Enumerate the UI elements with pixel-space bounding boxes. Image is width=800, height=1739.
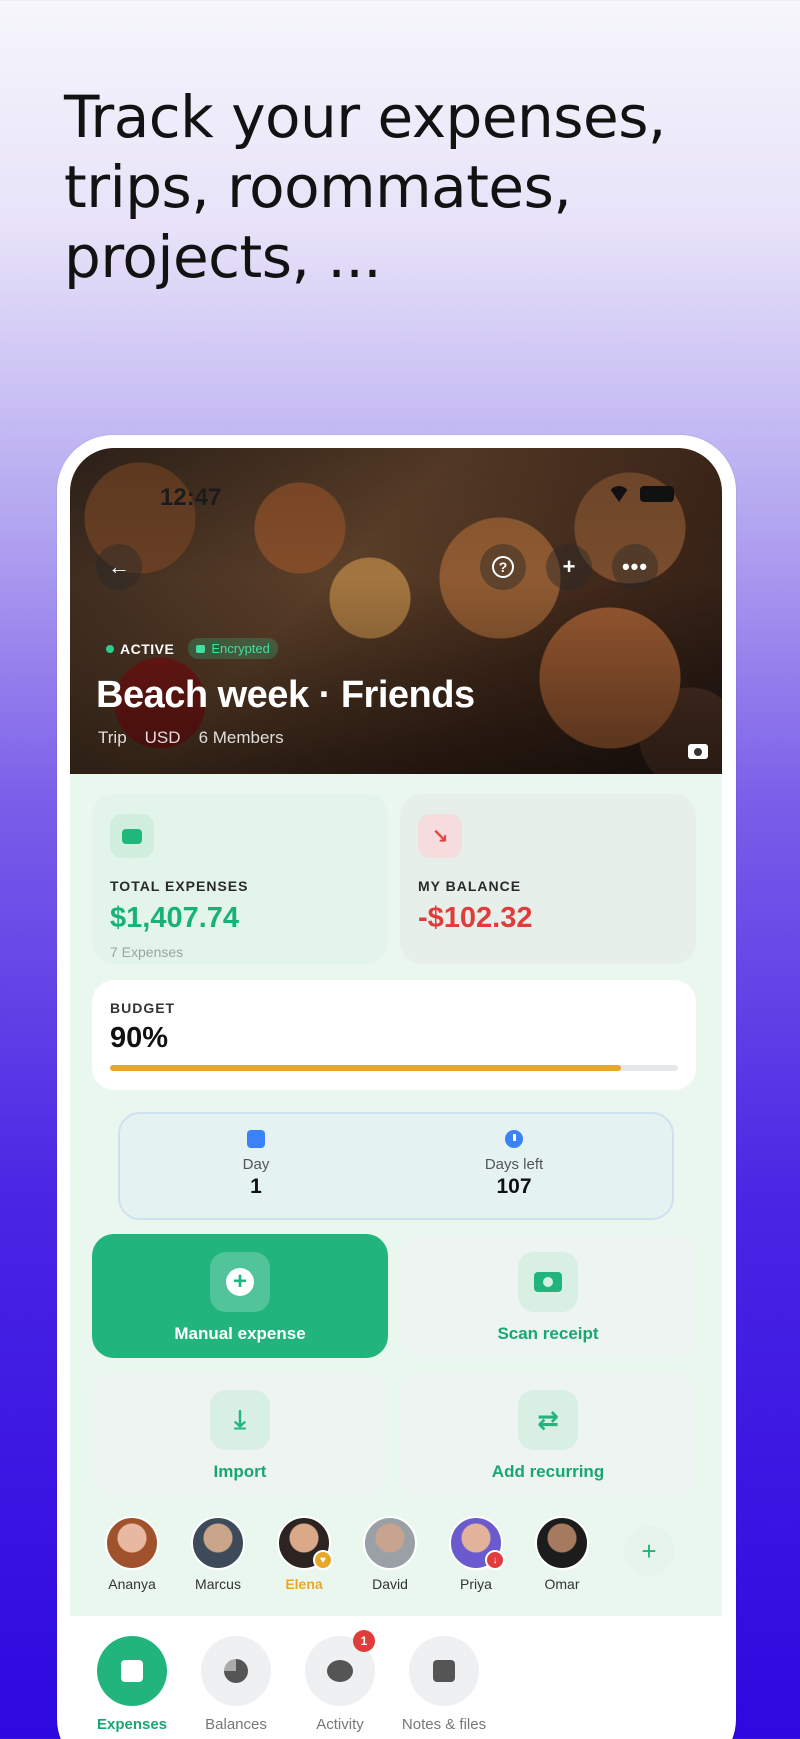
scan-receipt-button[interactable]: Scan receipt [400, 1234, 696, 1358]
total-expenses-label: TOTAL EXPENSES [110, 878, 249, 894]
member-name: Omar [544, 1576, 580, 1592]
more-options-button[interactable]: ••• [612, 544, 658, 590]
member-name: Marcus [195, 1576, 241, 1592]
encrypted-label: Encrypted [211, 641, 270, 656]
group-title: Beach week · Friends [96, 674, 475, 716]
manual-expense-label: Manual expense [174, 1324, 306, 1343]
wifi-icon [608, 486, 630, 502]
expense-count: 7 Expenses [110, 944, 184, 960]
tab-balances-label: Balances [205, 1716, 267, 1733]
chat-icon: 1 [305, 1630, 375, 1706]
change-cover-camera-icon[interactable] [688, 744, 708, 759]
tab-expenses-label: Expenses [96, 1716, 168, 1733]
marketing-headline: Track your expenses, trips, roommates, p… [64, 83, 666, 291]
pie-chart-icon [201, 1636, 271, 1706]
avatar: ♥ [277, 1516, 333, 1570]
back-button[interactable]: ← [96, 544, 142, 590]
days-left-label: Days left [484, 1156, 544, 1173]
avatar [105, 1516, 159, 1570]
total-expenses-card[interactable]: TOTAL EXPENSES $1,407.74 7 Expenses [92, 794, 388, 964]
scan-receipt-label: Scan receipt [497, 1324, 599, 1343]
status-badge: ACTIVE [106, 641, 174, 657]
calendar-icon [247, 1130, 265, 1148]
import-button[interactable]: ⤓ Import [92, 1372, 388, 1496]
owner-badge-icon: ♥ [313, 1550, 333, 1570]
add-member-button[interactable]: + [546, 544, 592, 590]
group-member-count: 6 Members [198, 728, 284, 747]
member-item[interactable]: ♥ Elena [264, 1516, 344, 1592]
member-item[interactable]: Marcus [178, 1516, 258, 1592]
group-currency: USD [144, 728, 181, 747]
budget-label: BUDGET [110, 1000, 176, 1016]
days-left: Days left 107 [414, 1130, 614, 1199]
plus-icon: + [210, 1252, 270, 1312]
battery-icon [640, 486, 674, 502]
status-bar-time: 12:47 [160, 484, 222, 511]
member-item[interactable]: Ananya [92, 1516, 172, 1592]
member-list: Ananya Marcus ♥ Elena David ↓ Priya Omar… [92, 1516, 696, 1596]
add-recurring-label: Add recurring [491, 1462, 605, 1481]
avatar [363, 1516, 417, 1570]
avatar [191, 1516, 245, 1570]
status-badges: ACTIVE Encrypted [106, 638, 278, 659]
tab-balances[interactable]: Balances [186, 1636, 286, 1733]
wallet-icon [110, 814, 154, 858]
add-recurring-button[interactable]: ⇄ Add recurring [400, 1372, 696, 1496]
active-dot-icon [106, 644, 114, 653]
receipt-icon [97, 1636, 167, 1706]
tab-notes-files[interactable]: Notes & files [394, 1636, 494, 1733]
member-item[interactable]: David [350, 1516, 430, 1592]
tab-notes-label: Notes & files [401, 1716, 487, 1733]
question-icon: ? [492, 556, 514, 578]
clock-icon [505, 1130, 523, 1148]
budget-card[interactable]: BUDGET 90% [92, 980, 696, 1090]
activity-notification-badge: 1 [353, 1630, 375, 1652]
app-screen: 12:47 ← ? + ••• ACTIVE Encrypted Beach w… [70, 448, 722, 1739]
tab-expenses[interactable]: Expenses [82, 1636, 182, 1733]
my-balance-label: MY BALANCE [418, 878, 522, 894]
lock-icon [196, 644, 206, 653]
total-expenses-value: $1,407.74 [110, 902, 240, 934]
status-bar-icons [608, 486, 674, 502]
encrypted-badge: Encrypted [188, 638, 278, 659]
repeat-icon: ⇄ [518, 1390, 578, 1450]
day-value: 1 [250, 1175, 262, 1198]
more-icon: ••• [621, 554, 649, 579]
member-item[interactable]: ↓ Priya [436, 1516, 516, 1592]
help-button[interactable]: ? [480, 544, 526, 590]
add-member-plus-button[interactable]: + [624, 1526, 674, 1576]
member-name: Ananya [108, 1576, 156, 1592]
budget-progress-fill [110, 1065, 622, 1071]
download-icon: ⤓ [210, 1390, 270, 1450]
tab-activity[interactable]: 1 Activity [290, 1630, 390, 1733]
group-meta: Trip USD 6 Members [98, 728, 284, 748]
arrow-down-icon: ↓ [485, 1550, 505, 1570]
camera-icon [518, 1252, 578, 1312]
import-label: Import [213, 1462, 267, 1481]
my-balance-card[interactable]: ↘ MY BALANCE -$102.32 [400, 794, 696, 964]
member-name: Priya [460, 1576, 492, 1592]
days-left-value: 107 [496, 1175, 532, 1198]
day-label: Day [242, 1156, 270, 1173]
avatar: ↓ [449, 1516, 505, 1570]
trend-down-icon: ↘ [418, 814, 462, 858]
bottom-navigation: Expenses Balances 1 Activity Notes & fil… [70, 1616, 722, 1739]
avatar [535, 1516, 589, 1570]
arrow-left-icon: ← [108, 554, 130, 579]
group-cover-image: 12:47 ← ? + ••• ACTIVE Encrypted Beach w… [70, 448, 722, 774]
member-item[interactable]: Omar [522, 1516, 602, 1592]
manual-expense-button[interactable]: + Manual expense [92, 1234, 388, 1358]
current-day: Day 1 [156, 1130, 356, 1199]
user-plus-icon: + [562, 554, 576, 579]
files-icon [409, 1636, 479, 1706]
tab-activity-label: Activity [316, 1716, 364, 1733]
budget-value: 90% [110, 1022, 169, 1054]
member-name: David [372, 1576, 408, 1592]
group-type: Trip [98, 728, 127, 747]
my-balance-value: -$102.32 [418, 902, 533, 934]
trip-days-card: Day 1 Days left 107 [118, 1112, 674, 1220]
member-name: Elena [285, 1576, 323, 1592]
budget-progress-track [110, 1065, 678, 1071]
status-badge-label: ACTIVE [120, 640, 175, 657]
